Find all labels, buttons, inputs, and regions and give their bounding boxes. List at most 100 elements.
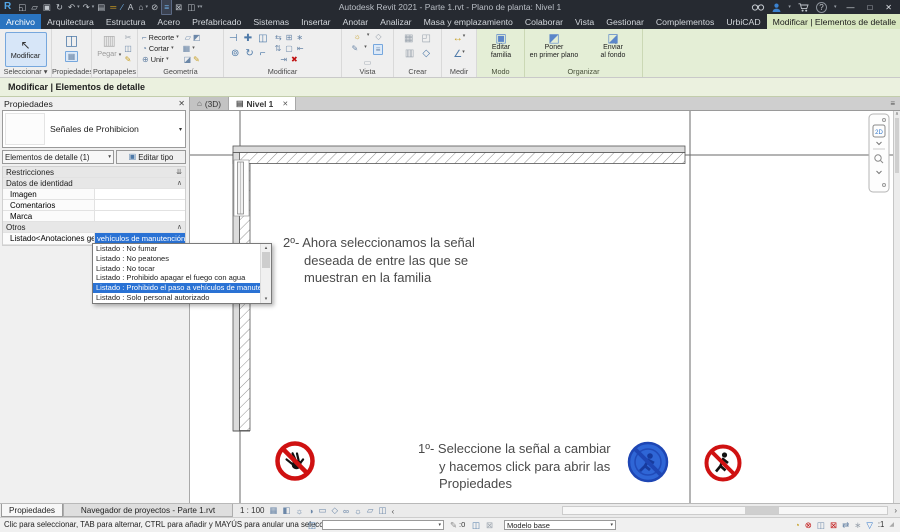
split-gap-icon[interactable]: ◩ <box>193 33 201 42</box>
tab-complementos[interactable]: Complementos <box>650 14 720 29</box>
close-button[interactable]: ✕ <box>882 3 895 12</box>
redo-dropdown-icon[interactable]: ▾ <box>92 4 95 10</box>
print-icon[interactable]: ▤ <box>95 0 107 14</box>
corner-trim-icon[interactable]: ⌐ <box>260 48 266 59</box>
dropdown-item[interactable]: Listado : No tocar <box>93 264 271 274</box>
not-editable-icon[interactable]: ⊗ <box>805 521 812 530</box>
modify-button[interactable]: ↖ Modificar <box>5 32 47 67</box>
bottom-tab-propiedades[interactable]: Propiedades <box>1 504 63 517</box>
mirror-icon[interactable]: ◫ <box>258 33 267 44</box>
send-to-back-button[interactable]: ◪ Enviar al fondo <box>586 32 641 60</box>
redo-icon[interactable]: ↷ <box>81 0 92 14</box>
type-selector[interactable]: Señales de Prohibicion ▾ <box>2 110 186 148</box>
reveal-hidden-icon[interactable]: ☼ <box>353 32 360 41</box>
edit-type-button[interactable]: ▣ Editar tipo <box>116 150 186 164</box>
rotate-icon[interactable]: ↻ <box>245 48 253 59</box>
cloud-icon[interactable]: ◇ <box>375 32 381 41</box>
vertical-scrollbar[interactable]: ∧ <box>893 111 900 503</box>
tab-urbicad[interactable]: UrbiCAD <box>720 14 766 29</box>
requests-pending-icon[interactable]: ⊠ <box>830 521 837 530</box>
collapse-icon-otros[interactable]: ∧ <box>177 223 182 231</box>
element-filter-combo[interactable]: Elementos de detalle (1) ▾ <box>2 150 114 164</box>
collapse-icon[interactable]: ∧ <box>177 179 182 187</box>
detail-level-icon[interactable]: ▦ <box>269 505 277 516</box>
window-element[interactable] <box>234 160 249 216</box>
view-scale[interactable]: 1 : 100 <box>240 506 264 515</box>
split-icon[interactable]: ▱ <box>185 33 191 42</box>
aligned-dimension-icon[interactable]: ∕ <box>119 0 124 14</box>
row-imagen[interactable]: Imagen <box>3 189 185 200</box>
pin-icon[interactable]: ∗ <box>296 33 303 42</box>
dropdown-scroll-up-icon[interactable]: ▴ <box>261 245 271 251</box>
align-icon[interactable]: ⊣ <box>229 33 238 44</box>
dropdown-item[interactable]: Listado : No peatones <box>93 254 271 264</box>
view-tab-nivel1[interactable]: ▤ Nivel 1 ✕ <box>229 97 296 110</box>
text-icon[interactable]: A <box>126 0 136 14</box>
undo-dropdown-icon[interactable]: ▾ <box>77 4 80 10</box>
default-3d-view-icon[interactable]: ⌂ <box>136 0 145 14</box>
sign-no-tocar[interactable] <box>278 444 313 479</box>
maximize-button[interactable]: □ <box>864 3 875 12</box>
temporary-hide-icon[interactable]: ∞ <box>343 506 349 516</box>
shadows-icon[interactable]: ◑ <box>308 506 313 516</box>
filter-icon[interactable]: ▽ <box>866 521 873 530</box>
hide-box-icon[interactable]: ▭ <box>364 58 372 67</box>
section-datos-identidad[interactable]: Datos de identidad ∧ <box>3 178 185 189</box>
cut-geometry-icon[interactable]: ◔ <box>142 44 147 53</box>
new-window-icon[interactable]: ◱ <box>16 0 28 14</box>
tab-archivo[interactable]: Archivo <box>0 14 41 29</box>
row-marca[interactable]: Marca <box>3 211 185 222</box>
create-similar-icon[interactable]: ◇ <box>422 48 430 59</box>
join-icon[interactable]: ⊕ <box>142 55 149 64</box>
linework-icon[interactable]: ✎ <box>352 44 359 53</box>
properties-close-icon[interactable]: ✕ <box>178 99 185 108</box>
worksharing-display-icon[interactable]: ◫ <box>378 505 386 516</box>
temporary-view-properties-icon[interactable]: ▱ <box>367 505 374 516</box>
tab-insertar[interactable]: Insertar <box>295 14 336 29</box>
dropdown-scrollbar[interactable]: ▴ ▾ <box>260 244 271 303</box>
create-assembly-icon[interactable]: ◰ <box>422 33 431 44</box>
wall-joins-icon[interactable]: ✎ <box>193 55 200 64</box>
dropdown-scroll-thumb[interactable] <box>262 252 270 268</box>
swap-icon[interactable]: ⇆ <box>275 33 282 42</box>
thin-lines-icon[interactable]: ≡ <box>161 0 172 15</box>
bring-to-front-button[interactable]: ◩ Poner en primer plano <box>527 32 582 60</box>
revit-logo-icon[interactable]: R <box>4 0 11 14</box>
thin-lines-toggle-icon[interactable]: ≡ <box>373 44 384 55</box>
navigation-bar[interactable]: 2D <box>869 114 889 192</box>
help-dropdown-icon[interactable]: ▾ <box>834 4 837 10</box>
visual-style-icon[interactable]: ◧ <box>283 505 291 516</box>
section-otros[interactable]: Otros ∧ <box>3 222 185 233</box>
type-selector-dropdown-icon[interactable]: ▾ <box>179 126 182 133</box>
scroll-up-icon[interactable]: ∧ <box>894 111 900 117</box>
tab-colaborar[interactable]: Colaborar <box>519 14 569 29</box>
search-icon[interactable] <box>751 3 765 12</box>
trim-icon[interactable]: ⌐ <box>142 33 147 42</box>
move-icon[interactable]: ✚ <box>244 33 252 44</box>
tab-prefabricado[interactable]: Prefabricado <box>186 14 247 29</box>
tab-analizar[interactable]: Analizar <box>374 14 417 29</box>
design-options-combo[interactable]: ▾ <box>322 520 444 530</box>
horizontal-scroll-thumb[interactable] <box>745 507 779 514</box>
match-type-icon[interactable]: ✎ <box>125 55 132 64</box>
wall-horizontal[interactable] <box>233 146 685 164</box>
close-hidden-windows-icon[interactable]: ⊠ <box>173 0 184 14</box>
open-icon[interactable]: ▱ <box>29 0 40 14</box>
section-icon[interactable]: ⊘ <box>149 0 160 14</box>
properties-palette-icon[interactable]: ◫ <box>65 32 78 49</box>
dropdown-item[interactable]: Listado : Prohibido apagar el fuego con … <box>93 273 271 283</box>
tab-modificar-contextual[interactable]: Modificar | Elementos de detalle <box>767 14 900 29</box>
tab-gestionar[interactable]: Gestionar <box>600 14 650 29</box>
box-icon[interactable]: ▢ <box>285 44 293 53</box>
create-parts-icon[interactable]: ▥ <box>405 48 414 59</box>
scroll-right-icon[interactable]: › <box>894 504 897 517</box>
settings-icon[interactable]: ∗ <box>854 521 861 530</box>
tab-vista[interactable]: Vista <box>569 14 600 29</box>
scale-icon[interactable]: ⇅ <box>275 44 282 53</box>
angle-measure-icon[interactable]: ∠ <box>453 49 462 60</box>
dropdown-item-selected[interactable]: Listado : Prohibido el paso a vehículos … <box>93 283 271 293</box>
sync-icon[interactable]: ↻ <box>54 0 65 14</box>
unpin-icon[interactable]: ⇤ <box>297 44 304 53</box>
tab-anotar[interactable]: Anotar <box>337 14 375 29</box>
crop-view-icon[interactable]: ▭ <box>318 505 326 516</box>
